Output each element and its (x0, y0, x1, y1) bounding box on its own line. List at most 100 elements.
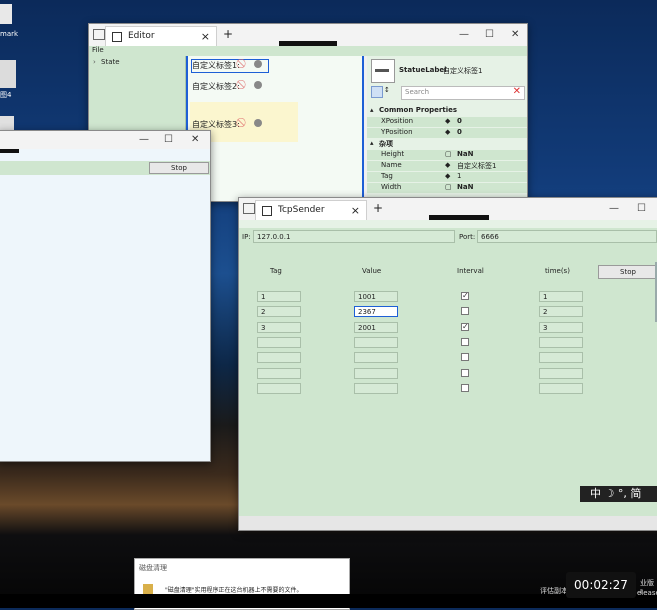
recording-timer: 00:02:27 (566, 572, 636, 598)
tag-input[interactable] (257, 382, 301, 394)
tcpsender-window: TcpSender × + — ☐ IP: 127.0.0.1 Port: 66… (238, 197, 657, 531)
background-window: — ☐ ✕ Stop (0, 130, 211, 462)
desktop-icon-label[interactable]: mark (0, 30, 18, 38)
group-common-label: Common Properties (379, 106, 458, 114)
status-label-1[interactable]: 自定义标签1: (192, 60, 240, 71)
checkbox[interactable] (461, 353, 469, 362)
tag-input[interactable]: 3 (257, 321, 301, 333)
time-input[interactable] (539, 336, 583, 348)
clear-icon[interactable]: ✕ (513, 86, 521, 97)
time-input[interactable] (539, 382, 583, 394)
new-tab-icon[interactable]: + (373, 201, 383, 215)
checkbox-checked[interactable]: ✓ (461, 322, 469, 331)
group-misc-label: 杂项 (379, 140, 393, 148)
value-input[interactable] (354, 382, 398, 394)
checkbox[interactable] (461, 383, 469, 392)
menu-file[interactable]: File (92, 46, 104, 54)
window-handle (0, 149, 19, 153)
tag-input[interactable]: 2 (257, 306, 301, 318)
diamond-icon: ◆ (445, 161, 451, 169)
value-input[interactable]: 2001 (354, 321, 398, 333)
chevron-right-icon[interactable]: › (93, 58, 96, 66)
prop-name[interactable]: Name ◆ 自定义标签1 (367, 161, 527, 171)
file-icon[interactable] (0, 116, 14, 130)
close-icon[interactable]: × (201, 30, 210, 43)
sort-icon[interactable]: ↕ (384, 86, 390, 94)
tab-tcpsender[interactable]: TcpSender × (255, 200, 367, 221)
value-input[interactable] (354, 352, 398, 364)
minimize-icon[interactable]: — (609, 203, 619, 214)
tag-input[interactable] (257, 367, 301, 379)
tab-label: TcpSender (278, 205, 325, 215)
square-icon: ▢ (445, 183, 452, 191)
prop-value[interactable]: 0 (457, 128, 462, 136)
maximize-icon[interactable]: ☐ (164, 134, 173, 145)
group-common[interactable]: ▴ Common Properties (367, 106, 527, 116)
time-input[interactable]: 3 (539, 321, 583, 333)
inspector-name: 自定义标签1 (443, 67, 483, 75)
tag-input[interactable] (257, 352, 301, 364)
time-input[interactable]: 2 (539, 306, 583, 318)
time-input[interactable]: 1 (539, 291, 583, 302)
desktop-icon-label[interactable]: 图4 (0, 90, 11, 100)
port-input[interactable]: 6666 (477, 230, 657, 243)
window-icon (243, 203, 255, 214)
categorize-icon[interactable] (371, 86, 383, 98)
watermark-text: elease (637, 589, 657, 597)
square-icon: ▢ (445, 150, 452, 158)
prop-key: Name (381, 161, 402, 169)
group-misc[interactable]: ▴ 杂项 (367, 139, 527, 149)
stop-button[interactable]: Stop (598, 265, 657, 279)
prop-value[interactable]: 0 (457, 117, 462, 125)
inspector-type: StatueLabel (399, 66, 447, 74)
window-icon (93, 29, 105, 40)
prop-value[interactable]: NaN (457, 183, 473, 191)
minimize-icon[interactable]: — (459, 29, 469, 40)
maximize-icon[interactable]: ☐ (485, 29, 494, 40)
checkbox[interactable] (461, 337, 469, 346)
tab-label: Editor (128, 31, 155, 41)
tag-input[interactable] (257, 336, 301, 348)
prop-width[interactable]: Width ▢ NaN (367, 183, 527, 193)
prop-value[interactable]: NaN (457, 150, 473, 158)
prop-tag[interactable]: Tag ◆ 1 (367, 172, 527, 182)
time-input[interactable] (539, 352, 583, 364)
prop-xposition[interactable]: XPosition ◆ 0 (367, 117, 527, 127)
close-icon[interactable]: ✕ (511, 29, 519, 40)
file-icon[interactable] (0, 60, 16, 88)
value-input[interactable]: 1001 (354, 291, 398, 302)
close-icon[interactable]: ✕ (191, 134, 199, 145)
status-label-2[interactable]: 自定义标签2: (192, 81, 240, 92)
prop-key: Height (381, 150, 405, 158)
minimize-icon[interactable]: — (139, 134, 149, 145)
tag-input[interactable]: 1 (257, 291, 301, 302)
prop-height[interactable]: Height ▢ NaN (367, 150, 527, 160)
tree-item-state[interactable]: State (101, 58, 120, 66)
prop-value[interactable]: 1 (457, 172, 461, 180)
checkbox-checked[interactable]: ✓ (461, 292, 469, 300)
value-input[interactable] (354, 367, 398, 379)
new-tab-icon[interactable]: + (223, 27, 233, 41)
value-input[interactable]: 2367 (354, 306, 398, 318)
status-bar (239, 516, 657, 530)
ime-bar[interactable]: 中 ☽ °, 简 (580, 486, 657, 502)
time-input[interactable] (539, 367, 583, 379)
tab-editor[interactable]: Editor × (105, 26, 217, 47)
prop-value[interactable]: 自定义标签1 (457, 161, 496, 171)
checkbox[interactable] (461, 307, 469, 316)
search-input[interactable]: Search ✕ (401, 86, 525, 100)
value-input[interactable] (354, 336, 398, 348)
ip-input[interactable]: 127.0.0.1 (253, 230, 455, 243)
file-icon[interactable] (0, 4, 12, 24)
stop-button[interactable]: Stop (149, 162, 209, 174)
title-bar: — ☐ ✕ (0, 131, 210, 149)
watermark-text: 评估副本 (540, 587, 568, 595)
prop-yposition[interactable]: YPosition ◆ 0 (367, 128, 527, 138)
search-placeholder: Search (405, 88, 430, 96)
close-icon[interactable]: × (351, 204, 360, 217)
prop-key: XPosition (381, 117, 414, 125)
status-label-3[interactable]: 自定义标签3: (192, 119, 240, 130)
checkbox[interactable] (461, 368, 469, 377)
chevron-down-icon: ▴ (370, 106, 374, 114)
maximize-icon[interactable]: ☐ (637, 203, 646, 214)
